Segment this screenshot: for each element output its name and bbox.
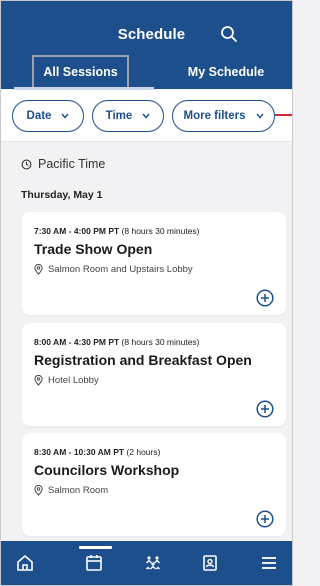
location-pin-icon — [34, 375, 43, 386]
location-pin-icon — [34, 264, 43, 275]
timezone-indicator: Pacific Time — [21, 155, 105, 173]
people-icon — [146, 556, 160, 570]
bottom-navigation — [1, 541, 292, 585]
session-duration: (8 hours 30 minutes) — [119, 337, 200, 347]
session-card[interactable]: 8:00 AM - 4:30 PM PT (8 hours 30 minutes… — [22, 323, 286, 426]
session-location: Hotel Lobby — [34, 375, 99, 386]
add-to-schedule-icon[interactable] — [256, 510, 274, 528]
location-pin-icon — [34, 485, 43, 496]
add-to-schedule-icon[interactable] — [256, 289, 274, 307]
chevron-down-icon — [61, 113, 70, 119]
nav-attendees[interactable] — [141, 551, 165, 575]
time-filter-button[interactable]: Time — [92, 100, 164, 132]
session-location: Salmon Room — [34, 485, 108, 496]
clock-icon — [21, 159, 32, 169]
time-filter-label: Time — [105, 110, 133, 122]
chevron-down-icon — [142, 113, 150, 119]
tab-all-sessions[interactable]: All Sessions — [32, 55, 129, 89]
session-location-label: Hotel Lobby — [48, 375, 99, 386]
title-row: Schedule — [1, 23, 292, 45]
session-tabs: All Sessions My Schedule — [1, 55, 292, 89]
tab-my-schedule[interactable]: My Schedule — [171, 55, 281, 89]
filter-bar: Date Time More filters — [1, 90, 292, 142]
session-title: Councilors Workshop — [34, 462, 180, 478]
date-filter-label: Date — [26, 110, 52, 122]
nav-home[interactable] — [13, 551, 37, 575]
session-card[interactable]: 7:30 AM - 4:00 PM PT (8 hours 30 minutes… — [22, 212, 286, 315]
timezone-label: Pacific Time — [38, 157, 106, 171]
day-heading: Thursday, May 1 — [21, 189, 103, 201]
calendar-icon — [86, 555, 102, 571]
chevron-down-icon — [255, 113, 264, 119]
session-time-range: 8:00 AM - 4:30 PM PT — [34, 337, 120, 347]
nav-contacts[interactable] — [198, 551, 222, 575]
date-filter-button[interactable]: Date — [12, 100, 84, 132]
session-location-label: Salmon Room and Upstairs Lobby — [48, 264, 193, 275]
session-card[interactable]: 8:30 AM - 10:30 AM PT (2 hours) Councilo… — [22, 433, 286, 536]
session-duration: (8 hours 30 minutes) — [119, 226, 200, 236]
menu-icon — [262, 557, 276, 569]
session-time: 8:30 AM - 10:30 AM PT (2 hours) — [34, 447, 160, 457]
search-icon — [221, 26, 237, 42]
session-duration: (2 hours) — [124, 447, 161, 457]
session-title: Trade Show Open — [34, 241, 153, 257]
app-header: Schedule All Sessions My Schedule — [1, 1, 292, 89]
session-location-label: Salmon Room — [48, 485, 109, 496]
page-title: Schedule — [117, 25, 186, 43]
tab-my-schedule-label: My Schedule — [187, 65, 265, 79]
session-time: 7:30 AM - 4:00 PM PT (8 hours 30 minutes… — [34, 226, 200, 236]
nav-active-indicator — [79, 546, 112, 549]
session-time-range: 8:30 AM - 10:30 AM PT — [34, 447, 125, 457]
annotation-line — [275, 114, 292, 116]
more-filters-label: More filters — [183, 110, 246, 122]
session-time: 8:00 AM - 4:30 PM PT (8 hours 30 minutes… — [34, 337, 200, 347]
nav-schedule[interactable] — [82, 551, 106, 575]
session-time-range: 7:30 AM - 4:00 PM PT — [34, 226, 120, 236]
tab-all-sessions-label: All Sessions — [43, 65, 118, 79]
app-frame: Schedule All Sessions My Schedule Date T… — [0, 0, 293, 586]
session-location: Salmon Room and Upstairs Lobby — [34, 264, 193, 275]
search-button[interactable] — [218, 23, 240, 45]
nav-menu[interactable] — [257, 551, 281, 575]
session-title: Registration and Breakfast Open — [34, 352, 252, 368]
home-icon — [17, 555, 33, 571]
add-to-schedule-icon[interactable] — [256, 400, 274, 418]
contact-book-icon — [203, 555, 217, 571]
more-filters-button[interactable]: More filters — [172, 100, 275, 132]
